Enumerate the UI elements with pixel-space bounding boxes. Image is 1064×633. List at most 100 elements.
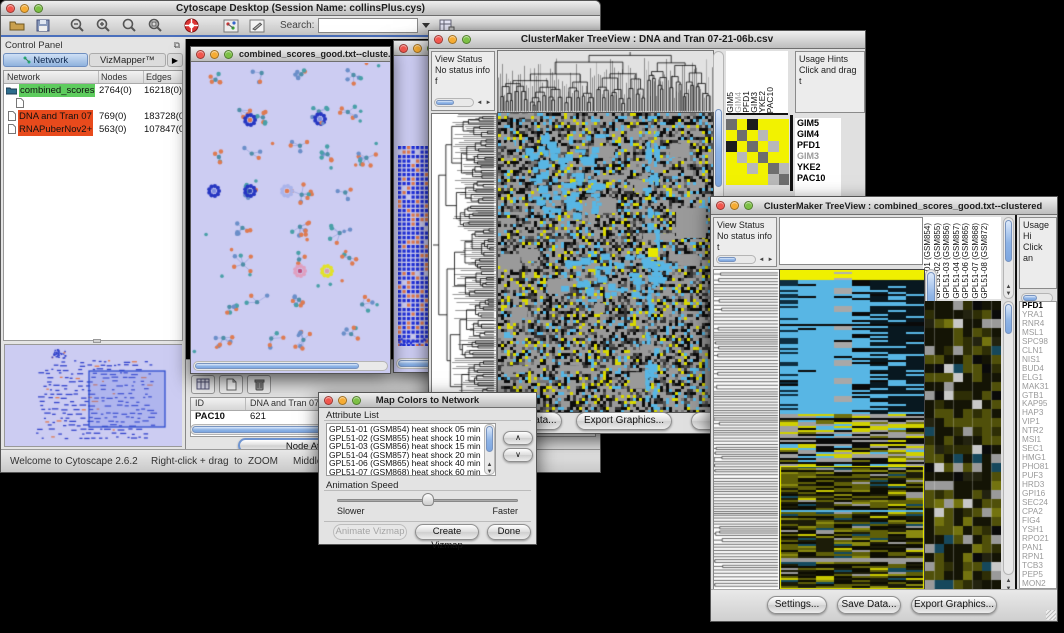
- tab-network[interactable]: Network: [3, 53, 88, 67]
- attribute-item[interactable]: GPL51-01 (GSM854) heat shock 05 min: [329, 425, 495, 434]
- network-list-row[interactable]: DNA and Tran 07769(0)183728(0): [4, 110, 182, 123]
- tv2-heatmap[interactable]: [779, 269, 925, 591]
- tv2-status-scrollbar[interactable]: [716, 255, 756, 264]
- network-hscrollbar[interactable]: [193, 361, 388, 371]
- birdseye-drag-handle[interactable]: [93, 339, 101, 343]
- tv1-row-dendrogram[interactable]: [431, 113, 497, 413]
- zoom-window-icon[interactable]: [352, 396, 361, 405]
- minimize-icon[interactable]: [338, 396, 347, 405]
- attribute-item[interactable]: GPL51-02 (GSM855) heat shock 10 min: [329, 434, 495, 443]
- close-icon[interactable]: [434, 35, 443, 44]
- open-file-button[interactable]: [5, 16, 29, 35]
- minimize-icon[interactable]: [210, 50, 219, 59]
- close-icon[interactable]: [716, 201, 725, 210]
- treeview2-titlebar[interactable]: ClusterMaker TreeView : combined_scores_…: [711, 197, 1057, 215]
- column-label: PAC10: [766, 87, 774, 113]
- tv1-heatmap[interactable]: [497, 112, 714, 413]
- zoom-window-icon[interactable]: [34, 4, 43, 13]
- map-colors-dialog: Map Colors to Network Attribute List GPL…: [318, 392, 537, 545]
- network-table-header[interactable]: Network Nodes Edges: [4, 71, 182, 84]
- tab-vizmapper[interactable]: VizMapper™: [89, 53, 166, 67]
- attribute-item[interactable]: GPL51-04 (GSM857) heat shock 20 min: [329, 451, 495, 460]
- network-nodes: 769(0): [99, 110, 144, 123]
- attribute-select-icon[interactable]: [191, 375, 215, 394]
- tv2-save-data-button[interactable]: Save Data...: [837, 596, 901, 614]
- treeview1-titlebar[interactable]: ClusterMaker TreeView : DNA and Tran 07-…: [429, 31, 865, 49]
- zoom-selected-icon[interactable]: [143, 16, 167, 35]
- matrix-cell: [758, 141, 769, 152]
- matrix-cell: [779, 174, 790, 185]
- network-edges: 183728(0): [144, 110, 182, 123]
- minimize-icon[interactable]: [730, 201, 739, 210]
- network-canvas[interactable]: [192, 63, 389, 360]
- tv1-column-dendrogram[interactable]: [497, 50, 714, 113]
- tv2-usage-hints: Usage HiClick an: [1019, 217, 1057, 289]
- close-icon[interactable]: [196, 50, 205, 59]
- annotation-tool-icon[interactable]: [245, 16, 269, 35]
- column-label: GPL51-08 (GSM872): [980, 223, 990, 299]
- tv2-export-graphics-button[interactable]: Export Graphics...: [911, 596, 997, 614]
- map-dialog-titlebar[interactable]: Map Colors to Network: [319, 393, 536, 408]
- window-controls[interactable]: [1, 4, 49, 13]
- tv1-status-scrollbar[interactable]: [434, 98, 474, 107]
- matrix-cell: [779, 152, 790, 163]
- matrix-cell: [726, 141, 737, 152]
- attribute-item[interactable]: GPL51-06 (GSM865) heat shock 40 min: [329, 459, 495, 468]
- network-window-titlebar[interactable]: combined_scores_good.txt--cluste...: [191, 47, 390, 62]
- matrix-cell: [779, 119, 790, 130]
- move-down-button[interactable]: ∨: [503, 448, 533, 462]
- speed-slider-thumb[interactable]: [422, 493, 434, 506]
- close-icon[interactable]: [324, 396, 333, 405]
- delete-attribute-icon[interactable]: [247, 375, 271, 394]
- tv2-settings-button[interactable]: Settings...: [767, 596, 827, 614]
- treeview2-title: ClusterMaker TreeView : combined_scores_…: [759, 201, 1047, 211]
- column-label: GPL51-03 (GSM856): [942, 223, 952, 299]
- search-input[interactable]: [318, 18, 418, 33]
- minimize-icon[interactable]: [413, 44, 422, 53]
- done-button[interactable]: Done: [487, 524, 531, 540]
- tv2-row-dendrogram[interactable]: [713, 269, 781, 591]
- attribute-list[interactable]: GPL51-01 (GSM854) heat shock 05 minGPL51…: [326, 423, 496, 476]
- tv2-view-status: View StatusNo status info t ◄►: [713, 217, 777, 267]
- tab-overflow-arrow[interactable]: ▶: [167, 53, 183, 67]
- resize-grip[interactable]: [1046, 610, 1056, 620]
- gene-label: GIM4: [797, 129, 841, 140]
- zoom-out-icon[interactable]: [65, 16, 89, 35]
- tv1-zoom-matrix[interactable]: [726, 119, 789, 185]
- network-list-row[interactable]: combined_scores2764(0)16218(0): [4, 84, 182, 97]
- zoom-window-icon[interactable]: [744, 201, 753, 210]
- tv2-gene-list: PFD1YRA1RNR4MSL1SPC98CLN1NIS1BUD4ELG1MAK…: [1019, 301, 1057, 589]
- network-list-row[interactable]: combined_sco2569(6)13112(15): [4, 97, 182, 110]
- attribute-item[interactable]: GPL51-07 (GSM868) heat shock 60 min: [329, 468, 495, 476]
- zoom-in-icon[interactable]: [91, 16, 115, 35]
- network-tool-icon[interactable]: [219, 16, 243, 35]
- network-list-row[interactable]: RNAPuberNov2+563(0)107847(0): [4, 123, 182, 136]
- tv2-zoom-heatmap[interactable]: [925, 301, 1001, 589]
- zoom-window-icon[interactable]: [462, 35, 471, 44]
- matrix-cell: [779, 141, 790, 152]
- close-icon[interactable]: [6, 4, 15, 13]
- float-panel-icon[interactable]: ⧉: [174, 40, 185, 51]
- minimize-icon[interactable]: [448, 35, 457, 44]
- tv1-gene-list: GIM5GIM4PFD1GIM3YKE2PAC10: [795, 118, 841, 196]
- data-col-id[interactable]: ID: [191, 398, 246, 410]
- save-button[interactable]: [31, 16, 55, 35]
- close-icon[interactable]: [399, 44, 408, 53]
- move-up-button[interactable]: ∧: [503, 431, 533, 445]
- create-vizmap-button[interactable]: Create Vizmap: [415, 524, 479, 540]
- attribute-item[interactable]: GPL51-03 (GSM856) heat shock 15 min: [329, 442, 495, 451]
- matrix-cell: [726, 119, 737, 130]
- minimize-icon[interactable]: [20, 4, 29, 13]
- help-icon[interactable]: [179, 16, 203, 35]
- matrix-cell: [726, 163, 737, 174]
- tv1-view-status: View StatusNo status info f ◄►: [431, 51, 495, 111]
- tv2-zoom-vscrollbar[interactable]: [1003, 301, 1014, 575]
- new-attribute-icon[interactable]: [219, 375, 243, 394]
- animate-vizmap-button[interactable]: Animate Vizmap: [333, 524, 407, 540]
- cytoscape-titlebar[interactable]: Cytoscape Desktop (Session Name: collins…: [1, 1, 600, 16]
- zoom-window-icon[interactable]: [224, 50, 233, 59]
- birdseye-view[interactable]: [4, 344, 182, 447]
- slider-faster-label: Faster: [492, 506, 518, 516]
- zoom-fit-icon[interactable]: [117, 16, 141, 35]
- tv1-export-graphics-button[interactable]: Export Graphics...: [576, 412, 672, 430]
